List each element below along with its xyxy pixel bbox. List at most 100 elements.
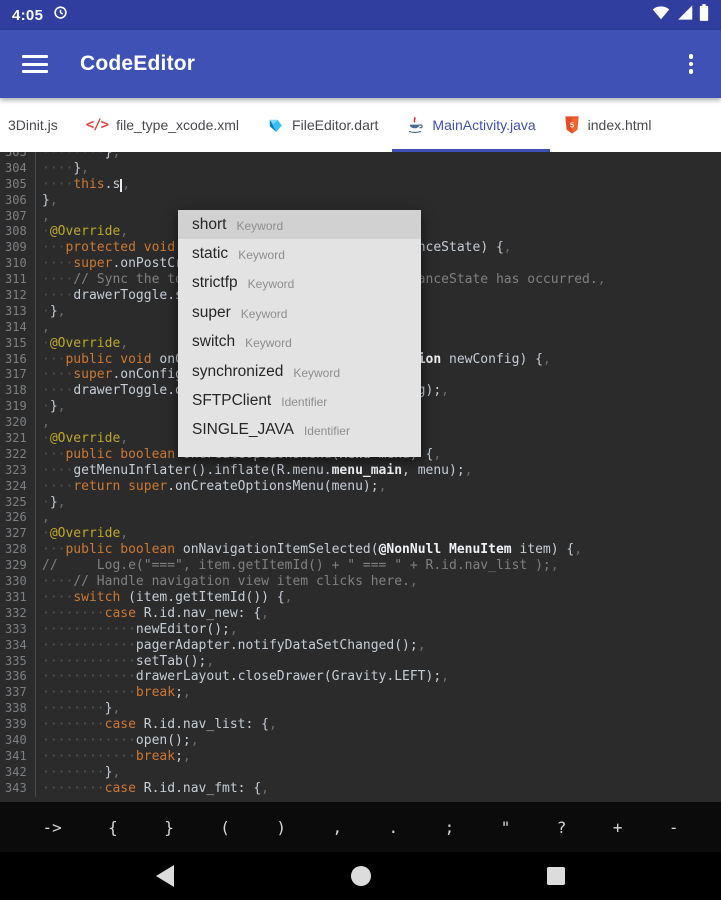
code-line-306[interactable]: 306},	[0, 192, 721, 209]
code-line-331[interactable]: 331 ····switch (item.getItemId()) {,	[0, 589, 721, 606]
newline-marker: ,	[57, 494, 66, 510]
newline-marker: ,	[190, 732, 199, 748]
line-number: 312	[0, 288, 36, 304]
autocomplete-item-strictfp[interactable]: strictfp Keyword	[178, 269, 421, 298]
newline-marker: ,	[42, 208, 50, 224]
code-line-text: ····this.s,	[36, 177, 130, 193]
symbol-key[interactable]: (	[216, 812, 234, 843]
autocomplete-item-static[interactable]: static Keyword	[178, 239, 421, 268]
newline-marker: ,	[261, 780, 269, 796]
code-line-340[interactable]: 340 ············open();,	[0, 732, 721, 749]
status-bar-left: 4:05	[12, 5, 68, 25]
tab-file_type_xcode.xml[interactable]: </> file_type_xcode.xml	[72, 98, 253, 152]
symbol-key[interactable]: ->	[38, 812, 65, 843]
code-line-text: ············break;,	[36, 749, 191, 765]
code-line-324[interactable]: 324 ····return super.onCreateOptionsMenu(…	[0, 478, 721, 495]
code-line-326[interactable]: 326,	[0, 510, 721, 527]
code-line-text: ········case R.id.nav_new: {,	[36, 606, 269, 622]
autocomplete-item-SINGLE_JAVA[interactable]: SINGLE_JAVA Identifier	[178, 416, 421, 445]
newline-marker: ,	[42, 510, 50, 526]
code-line-304[interactable]: 304 ····},	[0, 160, 721, 177]
line-number: 307	[0, 208, 36, 225]
symbol-key[interactable]: ?	[553, 812, 571, 843]
token-c: // Handle navigation view item clicks he…	[73, 574, 410, 590]
overflow-menu-button[interactable]	[683, 45, 700, 83]
code-line-339[interactable]: 339 ········case R.id.nav_list: {,	[0, 717, 721, 733]
autocomplete-item[interactable]: Identifier	[178, 445, 421, 457]
line-number: 323	[0, 462, 36, 479]
newline-marker: ,	[42, 415, 50, 431]
token-p: item) {	[511, 542, 575, 558]
code-line-336[interactable]: 336 ············drawerLayout.closeDrawer(…	[0, 669, 721, 686]
autocomplete-item-short[interactable]: short Keyword	[178, 210, 421, 240]
tab-label: 3Dinit.js	[8, 117, 58, 133]
code-line-325[interactable]: 325 ·},	[0, 494, 721, 511]
token-w: ····	[42, 256, 74, 272]
newline-marker: ,	[261, 605, 269, 621]
token-w: ·	[42, 431, 50, 447]
code-line-337[interactable]: 337 ············break;,	[0, 685, 721, 702]
autocomplete-item-switch[interactable]: switch Keyword	[178, 328, 421, 357]
tab-index.html[interactable]: 5 index.html	[550, 98, 666, 152]
autocomplete-item-super[interactable]: super Keyword	[178, 298, 421, 327]
line-number: 337	[0, 685, 36, 702]
token-w: ·	[42, 303, 50, 319]
autocomplete-item-kind: Keyword	[236, 218, 284, 233]
autocomplete-item-name: synchronized	[192, 362, 284, 380]
newline-marker: ,	[112, 764, 121, 780]
autocomplete-item-synchronized[interactable]: synchronized Keyword	[178, 357, 421, 386]
symbol-key[interactable]: +	[609, 812, 627, 843]
code-line-334[interactable]: 334 ············pagerAdapter.notifyDataSe…	[0, 637, 721, 654]
code-line-328[interactable]: 328 ···public boolean onNavigationItemSel…	[0, 542, 721, 559]
line-number: 336	[0, 669, 36, 686]
symbol-key[interactable]: .	[385, 812, 403, 843]
autocomplete-item-SFTPClient[interactable]: SFTPClient Identifier	[178, 386, 421, 415]
code-line-333[interactable]: 333 ············newEditor();,	[0, 621, 721, 638]
code-line-323[interactable]: 323 ····getMenuInflater().inflate(R.menu.…	[0, 462, 721, 479]
symbol-key[interactable]: -	[665, 812, 683, 843]
hamburger-menu-button[interactable]	[22, 51, 48, 78]
tab-FileEditor.dart[interactable]: FileEditor.dart	[253, 98, 392, 152]
home-icon	[350, 866, 371, 886]
symbol-key[interactable]: ;	[441, 812, 459, 843]
code-line-305[interactable]: 305 ····this.s,	[0, 176, 721, 193]
line-number: 331	[0, 589, 36, 606]
token-k: case	[104, 717, 136, 733]
code-line-327[interactable]: 327 ·@Override,	[0, 526, 721, 543]
token-w: ····	[42, 383, 74, 399]
code-line-329[interactable]: 329 // Log.e("===", item.getItemId() + " …	[0, 558, 721, 575]
symbol-key[interactable]: {	[104, 812, 122, 843]
token-w: ····	[42, 462, 74, 478]
code-editor[interactable]: 303 ········}, 304 ····}, 305 ····this.s, 306}…	[0, 152, 721, 802]
code-line-335[interactable]: 335 ············setTab();,	[0, 653, 721, 670]
autocomplete-item-kind: Identifier	[281, 395, 328, 410]
code-line-text: ·@Override,	[36, 431, 128, 447]
tab-3Dinit.js[interactable]: 3Dinit.js	[0, 98, 72, 152]
symbol-key[interactable]: )	[272, 812, 290, 843]
line-number: 341	[0, 748, 36, 765]
symbol-key[interactable]: ,	[328, 812, 346, 843]
token-w: ···	[42, 240, 66, 256]
line-number: 343	[0, 780, 36, 797]
token-p: newConfig) {	[441, 351, 543, 367]
autocomplete-item-kind: Keyword	[238, 248, 285, 263]
token-k: public void	[65, 351, 152, 367]
newline-marker: ,	[42, 319, 50, 335]
tab-MainActivity.java[interactable]: MainActivity.java	[392, 98, 549, 152]
token-w: ············	[42, 653, 136, 669]
code-line-338[interactable]: 338 ········},	[0, 701, 721, 718]
code-line-text: ············pagerAdapter.notifyDataSetCh…	[36, 638, 426, 654]
code-line-342[interactable]: 342 ········},	[0, 764, 721, 781]
code-line-303[interactable]: 303 ········},	[0, 152, 721, 161]
code-line-341[interactable]: 341 ············break;,	[0, 748, 721, 765]
code-line-332[interactable]: 332 ········case R.id.nav_new: {,	[0, 605, 721, 622]
home-button[interactable]	[331, 856, 391, 896]
recents-button[interactable]	[526, 856, 586, 896]
symbol-key[interactable]: "	[497, 812, 515, 843]
autocomplete-item-kind: Keyword	[245, 336, 292, 351]
symbol-key[interactable]: }	[160, 812, 178, 843]
back-button[interactable]	[135, 856, 195, 896]
code-line-343[interactable]: 343 ········case R.id.nav_fmt: {,	[0, 780, 721, 797]
code-line-330[interactable]: 330 ····// Handle navigation view item cl…	[0, 574, 721, 590]
line-number: 311	[0, 272, 36, 289]
